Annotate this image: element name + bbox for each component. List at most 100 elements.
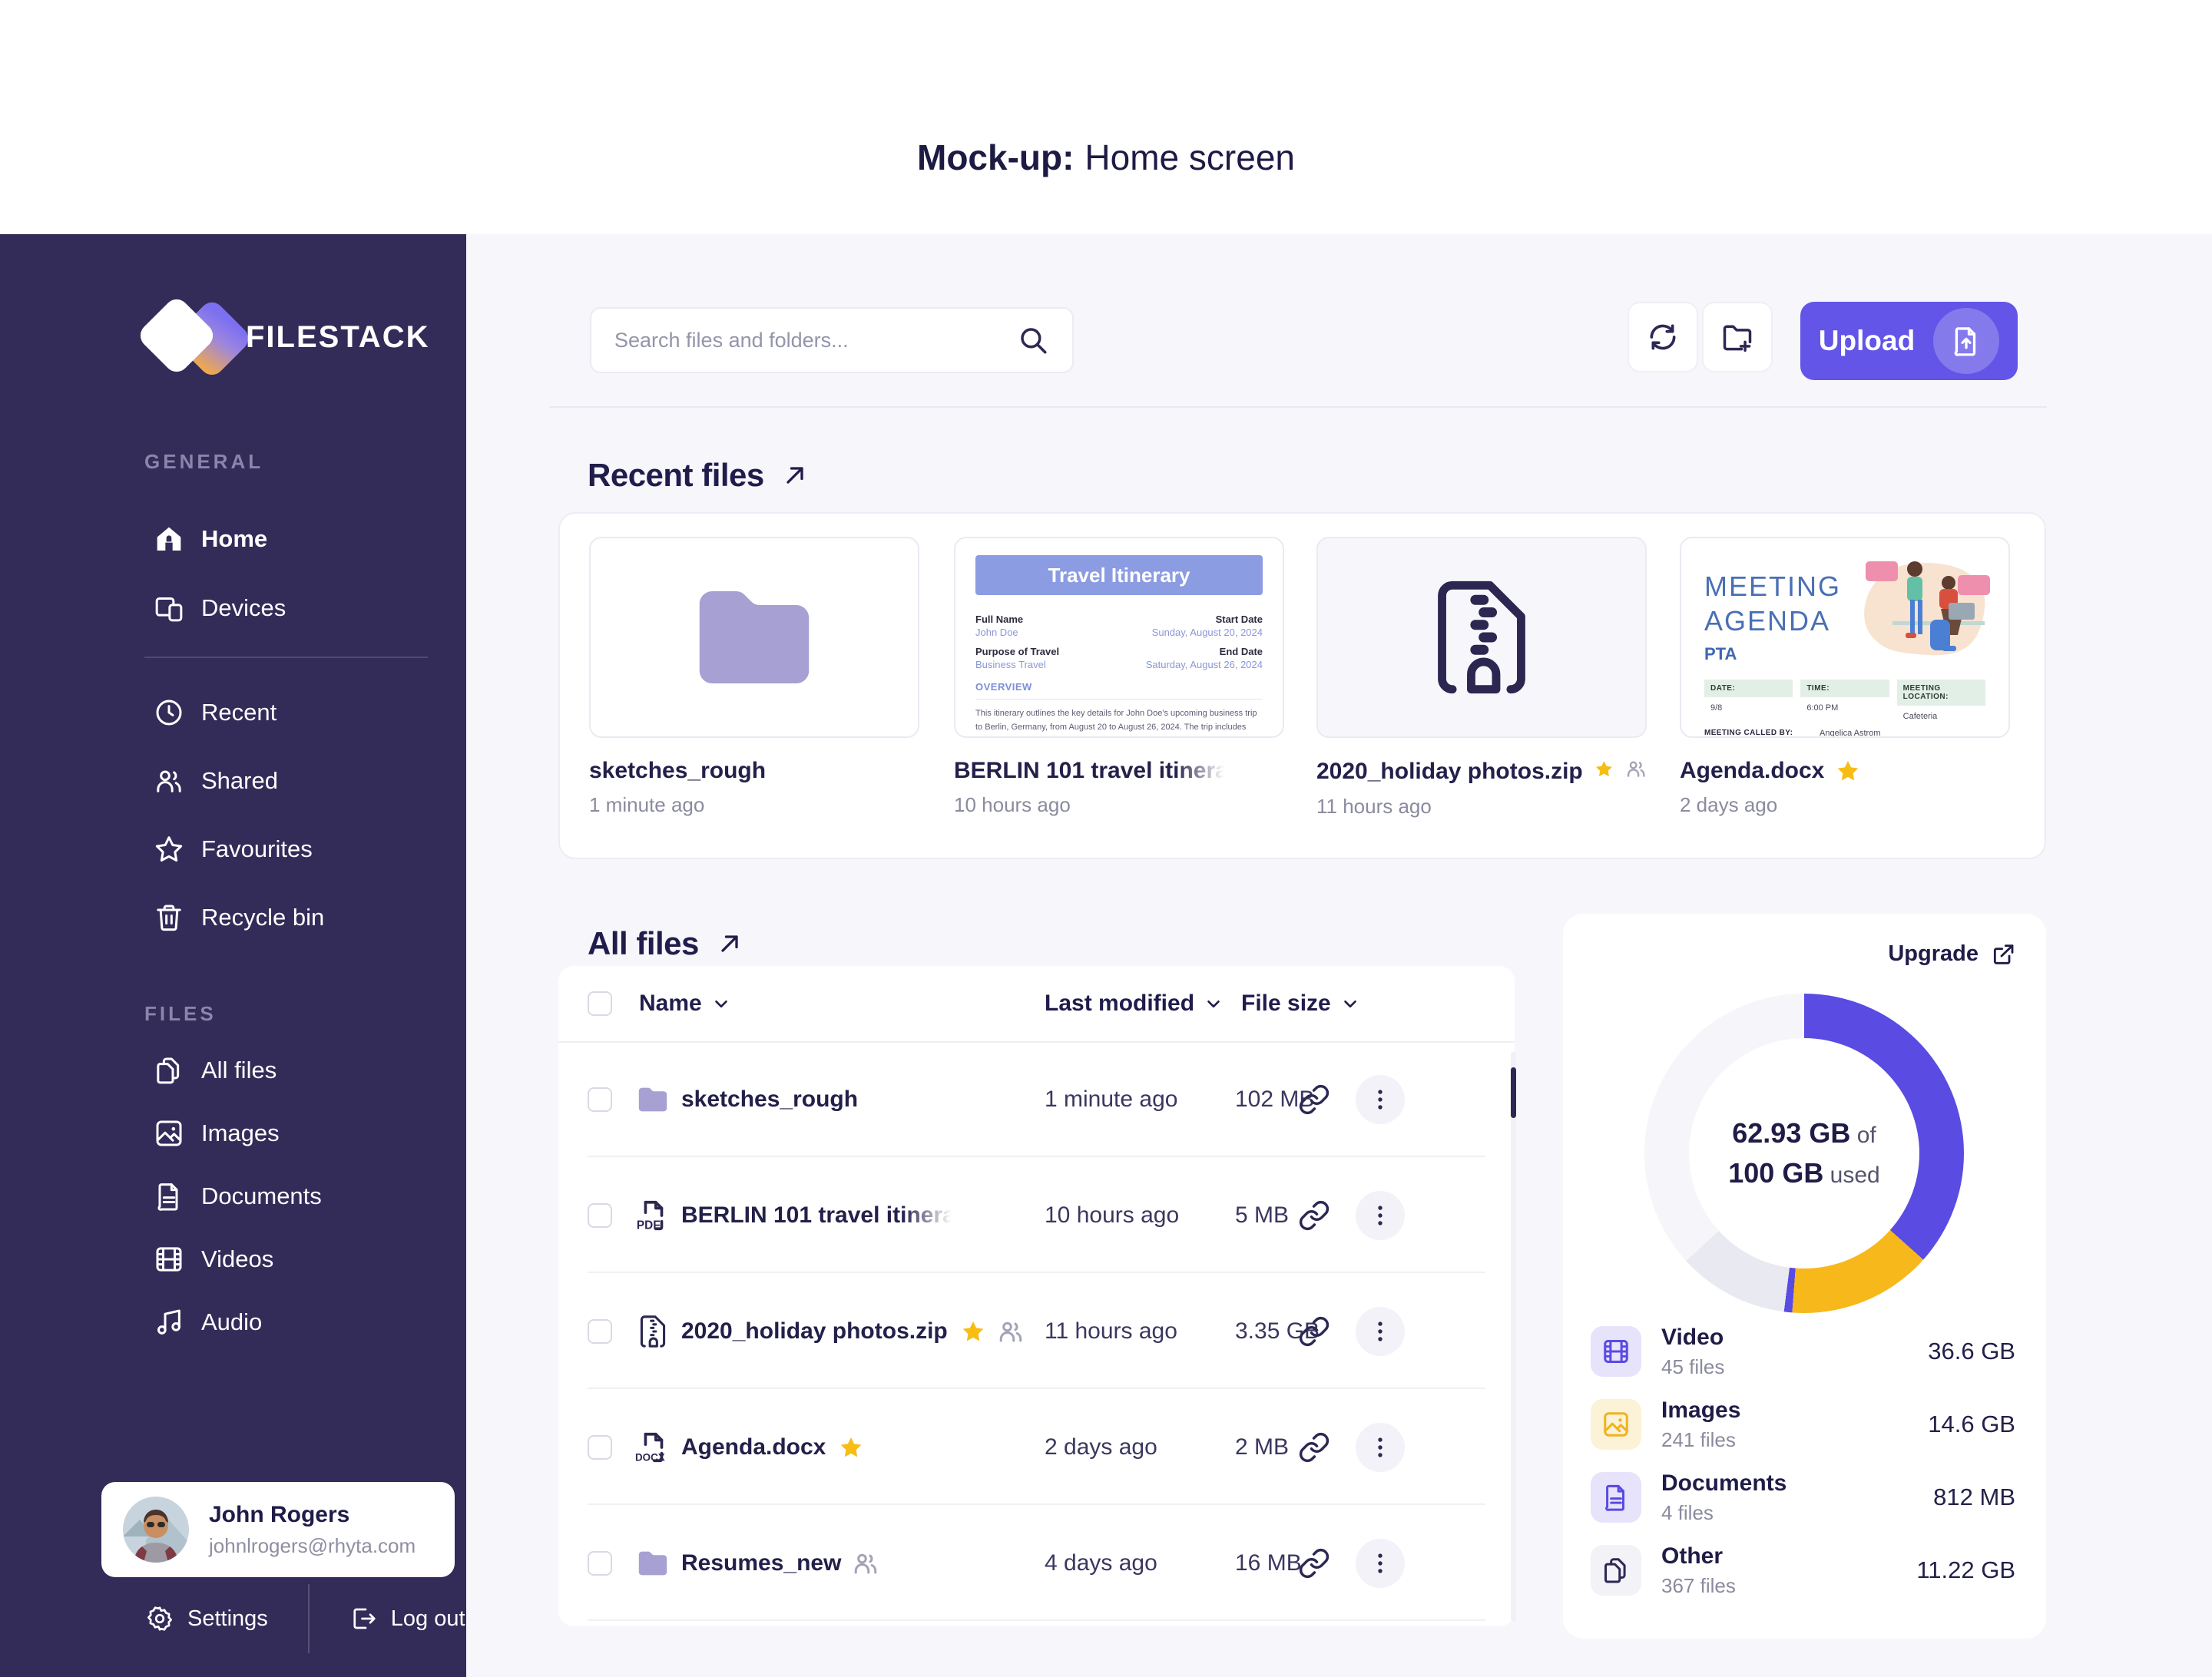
user-card[interactable]: John Rogers johnlrogers@rhyta.com (101, 1482, 455, 1577)
file-name: BERLIN 101 travel itinerary_2023.pdf (681, 1202, 952, 1229)
file-time: 11 hours ago (1316, 795, 1432, 818)
sidebar-item-all-files[interactable]: All files (0, 1039, 466, 1102)
column-header-modified[interactable]: Last modified (1045, 991, 1224, 1017)
sidebar-item-label: Audio (201, 1308, 263, 1335)
storage-donut: 62.93 GB of 100 GB used (1644, 994, 1964, 1313)
itinerary-title: Travel Itinerary (1048, 563, 1190, 587)
sidebar-item-label: Recent (201, 698, 277, 726)
itin-label: Full Name (975, 614, 1024, 625)
table-row[interactable]: sketches_rough 1 minute ago 102 MB (558, 1041, 1515, 1157)
copy-link-icon[interactable] (1298, 1199, 1330, 1232)
sync-button[interactable] (1628, 302, 1698, 372)
file-name: sketches_rough (589, 758, 767, 783)
all-files-heading[interactable]: All files (588, 925, 743, 962)
recent-card-itinerary[interactable]: Travel Itinerary Full Name John Doe Purp… (954, 537, 1284, 738)
upload-button[interactable]: Upload (1800, 302, 2018, 380)
sidebar-item-documents[interactable]: Documents (0, 1165, 466, 1228)
trash-icon (154, 902, 184, 933)
sidebar-item-videos[interactable]: Videos (0, 1228, 466, 1291)
table-row[interactable]: 2020_holiday photos.zip 11 hours ago 3.35 … (558, 1273, 1515, 1389)
recent-files-panel: sketches_rough 1 minute ago Travel Itine… (558, 512, 2046, 859)
zip-large-icon (1438, 580, 1525, 694)
file-name: 2020_holiday photos.zip (1316, 759, 1583, 784)
new-folder-button[interactable] (1702, 302, 1773, 372)
all-files-title: All files (588, 925, 699, 961)
sidebar-item-devices[interactable]: Devices (0, 574, 466, 643)
film-icon (154, 1244, 184, 1275)
logout-button[interactable]: Log out (349, 1605, 465, 1632)
sidebar-item-shared[interactable]: Shared (0, 746, 466, 815)
docx-file-icon: DOCX (635, 1432, 665, 1463)
star-icon (154, 834, 184, 865)
recent-files-heading[interactable]: Recent files (588, 457, 809, 494)
sidebar-divider (144, 657, 428, 658)
table-row[interactable]: PDF BERLIN 101 travel itinerary_2023.pdf 1… (558, 1157, 1515, 1273)
legend-label: Images (1661, 1397, 1741, 1423)
page-title-value: Home screen (1084, 137, 1295, 177)
storage-donut-center: 62.93 GB of 100 GB used (1689, 1038, 1919, 1268)
users-icon (154, 766, 184, 796)
row-checkbox[interactable] (588, 1434, 612, 1460)
table-scrollbar-track[interactable] (1511, 1052, 1516, 1622)
images-legend-icon (1591, 1399, 1641, 1450)
column-header-size[interactable]: File size (1241, 991, 1360, 1017)
star-filled-icon (960, 1318, 986, 1345)
recent-card-agenda[interactable]: MEETING AGENDA PTA DATE: 9/8 TIME: 6:00 … (1680, 537, 2010, 738)
upload-label: Upload (1818, 325, 1916, 356)
row-checkbox[interactable] (588, 1550, 612, 1576)
page-title-label: Mock-up: (917, 137, 1075, 177)
table-row[interactable]: DOCX Agenda.docx 2 days ago 2 MB (558, 1389, 1515, 1505)
row-checkbox[interactable] (588, 1318, 612, 1344)
column-header-name[interactable]: Name (639, 991, 731, 1017)
logout-icon (349, 1605, 377, 1632)
table-scrollbar-thumb[interactable] (1511, 1067, 1516, 1118)
recent-card-sketches[interactable] (589, 537, 919, 738)
copy-link-icon[interactable] (1298, 1431, 1330, 1464)
sidebar-item-recent[interactable]: Recent (0, 678, 466, 746)
row-menu-button[interactable] (1356, 1538, 1405, 1588)
logout-label: Log out (390, 1606, 465, 1631)
user-email: johnlrogers@rhyta.com (209, 1533, 416, 1557)
row-menu-button[interactable] (1356, 1306, 1405, 1356)
recent-card-zip[interactable] (1316, 537, 1647, 738)
copy-link-icon[interactable] (1298, 1083, 1330, 1116)
row-checkbox[interactable] (588, 1087, 612, 1112)
sidebar-item-label: Shared (201, 766, 278, 794)
row-menu-button[interactable] (1356, 1190, 1405, 1240)
itin-value: Sunday, August 20, 2024 (1151, 627, 1263, 638)
sidebar-item-audio[interactable]: Audio (0, 1291, 466, 1354)
recent-caption: sketches_rough 1 minute ago (589, 758, 919, 817)
star-filled-icon (1835, 758, 1861, 784)
gear-icon (146, 1605, 174, 1632)
copy-link-icon[interactable] (1298, 1547, 1330, 1579)
sidebar-item-images[interactable]: Images (0, 1102, 466, 1165)
storage-total-value: 100 GB (1728, 1157, 1824, 1189)
sidebar: FILESTACK GENERAL Home Devices Recent Sh… (0, 234, 466, 1677)
row-checkbox[interactable] (588, 1202, 612, 1228)
storage-used-suffix: of (1856, 1123, 1876, 1148)
legend-files: 4 files (1661, 1500, 1714, 1524)
copy-link-icon[interactable] (1298, 1315, 1330, 1348)
search-input[interactable] (614, 328, 1017, 352)
sidebar-item-home[interactable]: Home (0, 504, 466, 574)
other-legend-icon (1591, 1545, 1641, 1596)
search-icon[interactable] (1017, 324, 1049, 356)
agenda-illustration (1864, 561, 1990, 656)
sidebar-item-recycle-bin[interactable]: Recycle bin (0, 883, 466, 951)
row-menu-button[interactable] (1356, 1422, 1405, 1472)
chevron-down-icon (1204, 994, 1224, 1014)
settings-label: Settings (187, 1606, 268, 1631)
agenda-location: Cafeteria (1902, 712, 1938, 721)
recent-caption: BERLIN 101 travel itinerary_2023.pdf 10 … (954, 758, 1284, 817)
upgrade-button[interactable]: Upgrade (1888, 941, 2015, 967)
sidebar-item-label: Home (201, 525, 268, 552)
chevron-down-icon (1340, 994, 1360, 1014)
legend-row-other: Other 367 files 11.22 GB (1591, 1543, 2015, 1597)
settings-button[interactable]: Settings (146, 1605, 268, 1632)
row-menu-button[interactable] (1356, 1074, 1405, 1124)
agenda-title-1: MEETING (1704, 571, 1842, 602)
table-row[interactable]: Resumes_new 4 days ago 16 MB (558, 1505, 1515, 1621)
itinerary-preview: Travel Itinerary Full Name John Doe Purp… (955, 538, 1283, 736)
sidebar-item-favourites[interactable]: Favourites (0, 815, 466, 883)
select-all-checkbox[interactable] (588, 991, 612, 1016)
